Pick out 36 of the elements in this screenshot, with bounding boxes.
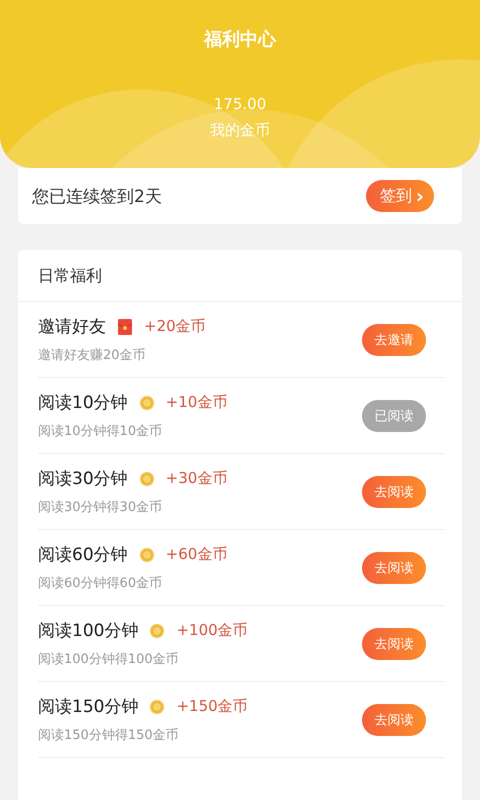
section-heading: 日常福利 (18, 250, 462, 302)
task-description: 阅读60分钟得60金币 (38, 575, 164, 592)
task-title: 邀请好友 (38, 316, 106, 338)
task-description: 阅读30分钟得30金币 (38, 499, 164, 516)
checkin-button[interactable]: 签到 › (366, 180, 434, 212)
coin-balance-label: 我的金币 (210, 121, 270, 140)
coin-icon (150, 624, 164, 638)
coin-icon (140, 472, 154, 486)
task-description: 阅读100分钟得100金币 (38, 651, 180, 668)
reward-amount: +30金币 (166, 469, 228, 488)
task-title: 阅读30分钟 (38, 468, 128, 490)
coin-icon (140, 396, 154, 410)
task-description: 邀请好友赚20金币 (38, 347, 147, 364)
task-title: 阅读100分钟 (38, 620, 138, 642)
task-title: 阅读150分钟 (38, 696, 138, 718)
coin-balance: 175.00 (214, 95, 266, 113)
coin-icon (150, 700, 164, 714)
task-button[interactable]: 去阅读 (362, 552, 426, 584)
task-description: 阅读10分钟得10金币 (38, 423, 164, 440)
envelope-icon (118, 318, 132, 334)
task-button[interactable]: 去阅读 (362, 628, 426, 660)
reward-amount: +20金币 (144, 317, 206, 336)
task-button[interactable]: 去阅读 (362, 476, 426, 508)
checkin-streak-text: 您已连续签到2天 (32, 186, 162, 208)
coin-icon (140, 548, 154, 562)
task-button[interactable]: 去阅读 (362, 704, 426, 736)
page-title: 福利中心 (204, 28, 276, 51)
reward-amount: +10金币 (166, 393, 228, 412)
reward-amount: +100金币 (176, 621, 248, 640)
task-button[interactable]: 去邀请 (362, 324, 426, 356)
reward-amount: +60金币 (166, 545, 228, 564)
task-description: 阅读150分钟得150金币 (38, 727, 180, 744)
task-title: 阅读60分钟 (38, 544, 128, 566)
task-button[interactable]: 已阅读 (362, 400, 426, 432)
task-title: 阅读10分钟 (38, 392, 128, 414)
reward-amount: +150金币 (176, 697, 248, 716)
